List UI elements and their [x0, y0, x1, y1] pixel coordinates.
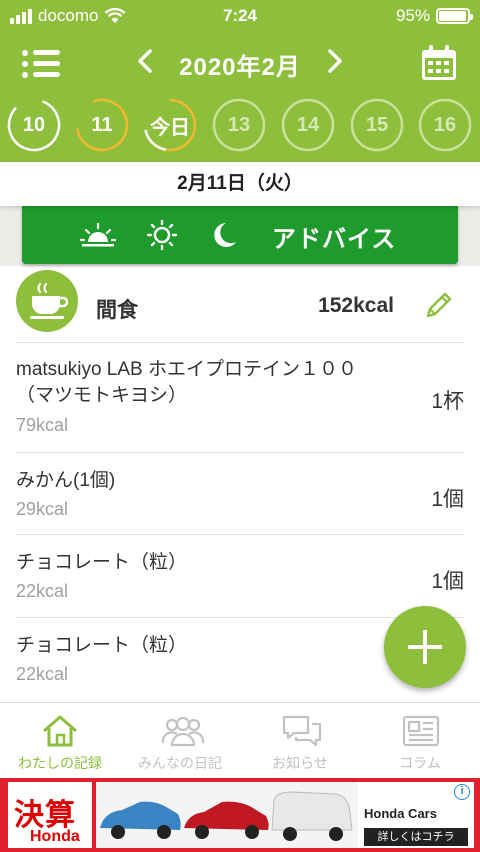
food-item[interactable]: matsukiyo LAB ホエイプロテイン１００ （マツモトキヨシ） 79kc…	[16, 342, 464, 452]
food-kcal: 22kcal	[16, 581, 69, 601]
coffee-cup-icon	[30, 282, 69, 319]
tab-column[interactable]: コラム	[360, 703, 480, 779]
meal-name: 間食	[96, 299, 138, 322]
tab-label: みんなの日記	[138, 755, 222, 771]
month-nav-row: 2020年2月	[0, 36, 480, 92]
food-item[interactable]: みかん(1個) 29kcal 1個	[16, 452, 464, 534]
home-icon	[43, 715, 77, 747]
meal-total-kcal: 152kcal	[318, 294, 394, 317]
month-navigator: 2020年2月	[130, 46, 350, 82]
food-quantity: 1個	[431, 570, 464, 593]
day-14[interactable]: 14	[281, 98, 335, 152]
food-name: みかん(1個)	[16, 470, 116, 491]
food-kcal: 79kcal	[16, 415, 69, 435]
ad-cta-button[interactable]: 詳しくはコチラ	[364, 828, 468, 846]
bottom-tab-bar: わたしの記録 みんなの日記 お知らせ コラム	[0, 702, 480, 778]
tab-my-record[interactable]: わたしの記録	[0, 703, 120, 779]
add-food-button[interactable]	[384, 606, 466, 688]
food-name: チョコレート（粒）	[16, 552, 188, 573]
calendar-icon[interactable]	[420, 44, 458, 82]
ad-banner[interactable]: 決算 Honda i Honda Cars 詳しくはコチラ	[0, 778, 480, 852]
food-name: チョコレート（粒）	[16, 635, 188, 656]
chat-icon	[282, 715, 322, 747]
meal-header: 間食 152kcal	[0, 266, 480, 342]
ad-brand: Honda Cars	[364, 806, 437, 821]
day-15[interactable]: 15	[350, 98, 404, 152]
food-kcal: 29kcal	[16, 499, 69, 519]
ad-headline-panel: 決算 Honda	[8, 782, 92, 848]
food-item[interactable]: チョコレート（粒） 22kcal 1個	[16, 534, 464, 617]
advice-button[interactable]: アドバイス	[22, 206, 458, 264]
car-image	[96, 782, 358, 848]
month-title: 2020年2月	[179, 53, 301, 81]
food-kcal: 22kcal	[16, 664, 69, 684]
tab-label: わたしの記録	[18, 755, 102, 771]
battery-percent: 95%	[395, 6, 430, 25]
newspaper-icon	[402, 715, 440, 747]
ad-info-icon[interactable]: i	[454, 784, 470, 800]
day-11-selected[interactable]: 11	[75, 98, 129, 152]
meal-icon-badge	[16, 270, 78, 332]
day-10[interactable]: 10	[7, 98, 61, 152]
selected-date-label: 2月11日（火）	[0, 162, 480, 206]
tab-notices[interactable]: お知らせ	[240, 703, 360, 779]
app-header: docomo 7:24 95% 2020年2月 10 11 今日 13 14 1…	[0, 0, 480, 162]
tab-label: お知らせ	[272, 755, 328, 771]
moon-icon	[214, 223, 236, 247]
sun-icon	[146, 220, 178, 250]
day-today[interactable]: 今日	[143, 98, 197, 152]
status-bar: docomo 7:24 95%	[0, 0, 480, 34]
day-selector: 10 11 今日 13 14 15 16	[0, 96, 480, 154]
ad-brand-small: Honda	[30, 828, 80, 845]
food-quantity: 1杯	[431, 390, 464, 413]
battery-icon	[436, 8, 473, 24]
sunrise-icon	[80, 222, 116, 247]
people-icon	[161, 716, 205, 747]
food-quantity: 1個	[431, 488, 464, 511]
day-16[interactable]: 16	[418, 98, 472, 152]
pencil-edit-icon[interactable]	[422, 290, 454, 322]
ad-car-image	[96, 782, 358, 848]
food-name: matsukiyo LAB ホエイプロテイン１００	[16, 359, 357, 380]
tab-label: コラム	[399, 755, 441, 771]
advice-label: アドバイス	[272, 226, 397, 253]
day-13[interactable]: 13	[212, 98, 266, 152]
food-name-line2: （マツモトキヨシ）	[16, 385, 188, 406]
chevron-left-icon	[138, 49, 152, 73]
next-month-button[interactable]	[320, 48, 350, 80]
menu-list-icon[interactable]	[22, 46, 60, 80]
status-right: 95%	[395, 6, 473, 26]
prev-month-button[interactable]	[130, 48, 160, 80]
chevron-right-icon	[328, 49, 342, 73]
tab-everyone-diary[interactable]: みんなの日記	[120, 703, 240, 779]
ad-cta-panel: i Honda Cars 詳しくはコチラ	[358, 782, 474, 848]
